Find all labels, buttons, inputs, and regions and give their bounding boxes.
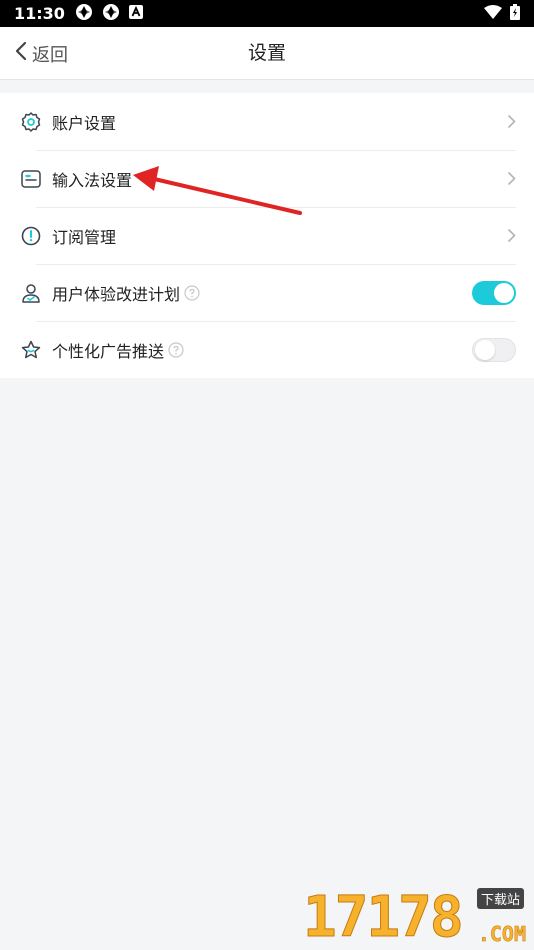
a-notification-icon [128, 4, 143, 23]
settings-item-label: 订阅管理 [52, 227, 117, 247]
wifi-icon [484, 4, 502, 23]
user-experience-toggle[interactable] [472, 280, 516, 305]
settings-list: 账户设置 输入法设置 订阅管理 用户体验改进计划 个性化广告推送 [0, 93, 534, 378]
sync-icon [75, 3, 93, 25]
settings-item-label: 用户体验改进计划 [52, 284, 181, 304]
toggle-knob [494, 282, 514, 303]
sync-icon [102, 3, 120, 25]
watermark-number: 17178 [303, 885, 465, 950]
back-label: 返回 [32, 44, 68, 66]
watermark-domain: .COM [477, 922, 527, 947]
help-icon[interactable] [184, 284, 200, 301]
settings-item-account[interactable]: 账户设置 [0, 93, 534, 150]
chevron-right-icon [507, 171, 516, 186]
settings-item-personalized-ads: 个性化广告推送 [0, 321, 534, 378]
back-button[interactable]: 返回 [14, 27, 68, 80]
settings-item-subscription[interactable]: 订阅管理 [0, 207, 534, 264]
chevron-right-icon [507, 228, 516, 243]
battery-icon [510, 3, 520, 24]
watermark-logo: 17178 下载站 .COM [303, 884, 528, 946]
status-notification-icons [75, 3, 143, 25]
nav-bar: 返回 设置 [0, 27, 534, 80]
status-time: 11:30 [14, 4, 65, 23]
settings-item-label: 账户设置 [52, 113, 117, 133]
settings-item-user-experience: 用户体验改进计划 [0, 264, 534, 321]
chevron-left-icon [14, 41, 28, 66]
star-icon [20, 339, 42, 361]
chevron-right-icon [507, 114, 516, 129]
alert-circle-icon [20, 225, 42, 247]
user-icon [20, 282, 42, 304]
page-title: 设置 [247, 42, 286, 64]
personalized-ads-toggle[interactable] [472, 337, 516, 362]
gear-icon [20, 111, 42, 133]
help-icon[interactable] [168, 341, 184, 358]
toggle-knob [475, 339, 495, 360]
status-system-icons [484, 3, 520, 24]
keyboard-icon [20, 168, 42, 190]
status-bar: 11:30 [0, 0, 534, 27]
settings-item-label: 输入法设置 [52, 170, 133, 190]
settings-item-input-method[interactable]: 输入法设置 [0, 150, 534, 207]
watermark-badge: 下载站 [476, 888, 524, 909]
settings-item-label: 个性化广告推送 [52, 341, 165, 361]
